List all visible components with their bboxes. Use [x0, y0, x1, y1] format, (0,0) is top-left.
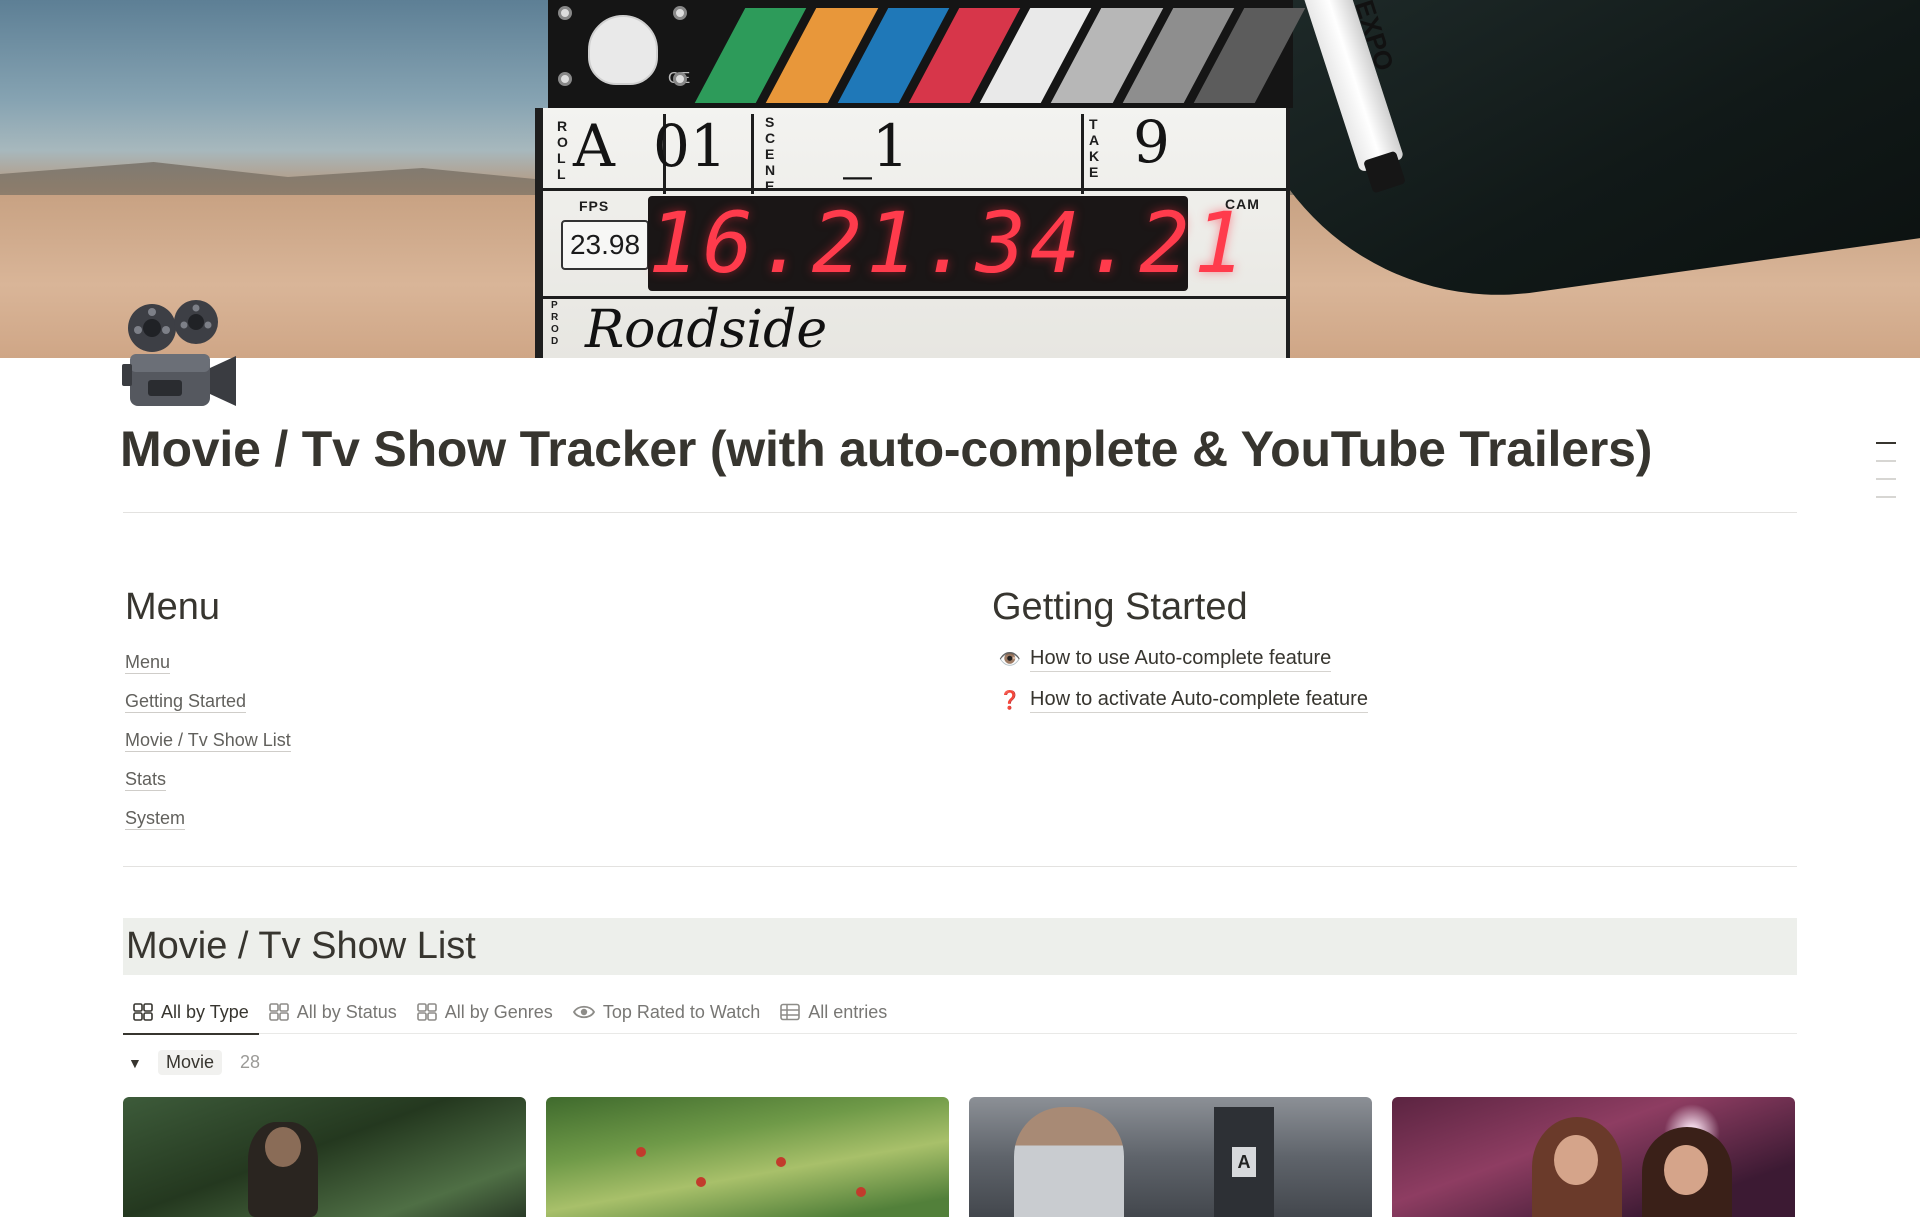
slate-label-fps: FPS: [579, 198, 610, 214]
outline-mark[interactable]: [1876, 478, 1896, 480]
slate-timecode: 16.21.34.21: [648, 194, 1249, 292]
clapper-sketch: [588, 15, 658, 85]
tab-label: All by Genres: [444, 1001, 553, 1022]
divider: [123, 512, 1797, 513]
slate-line: [543, 188, 1286, 191]
view-tabs: All by Type All by Status All by Genres …: [123, 990, 1797, 1035]
page-title[interactable]: Movie / Tv Show Tracker (with auto-compl…: [120, 420, 1652, 478]
menu-link-stats[interactable]: Stats: [125, 769, 167, 791]
page-outline[interactable]: [1876, 442, 1896, 514]
card-cover-figure: [265, 1127, 301, 1167]
slate-label-take: TAKE: [1089, 116, 1101, 180]
slate-take: 9: [1133, 108, 1170, 176]
getting-started-links: 👁️ How to use Auto-complete feature ❓ Ho…: [996, 646, 1368, 728]
menu-link-system[interactable]: System: [125, 808, 186, 830]
divider: [123, 866, 1797, 867]
slate-line: [543, 296, 1286, 299]
link-how-to-use[interactable]: 👁️ How to use Auto-complete feature: [996, 646, 1368, 672]
gallery-card[interactable]: [1392, 1097, 1795, 1217]
menu-links: Menu Getting Started Movie / Tv Show Lis…: [125, 652, 291, 847]
slate-scene: 01: [653, 112, 727, 180]
clapper-stripes: [694, 8, 1306, 103]
card-cover-detail: A: [1232, 1147, 1256, 1177]
menu-heading: Menu: [125, 586, 221, 628]
gallery-card[interactable]: [546, 1097, 949, 1217]
slate-production: Roadside: [585, 300, 828, 358]
card-cover-figure: [1532, 1117, 1622, 1217]
eye-icon: [572, 1004, 595, 1020]
collapse-toggle-icon[interactable]: ▼: [128, 1055, 150, 1071]
card-cover-figure: [1014, 1107, 1124, 1217]
list-heading: Movie / Tv Show List: [126, 925, 476, 967]
slate-line: [751, 114, 754, 194]
link-label[interactable]: How to activate Auto-complete feature: [1030, 687, 1368, 713]
tab-all-by-status[interactable]: All by Status: [259, 990, 407, 1034]
eye-icon: 👁️: [998, 648, 1022, 669]
gallery-cards: A: [123, 1097, 1795, 1217]
board-icon: [268, 1003, 289, 1021]
tab-all-entries[interactable]: All entries: [770, 990, 897, 1034]
card-cover-detail: [776, 1157, 786, 1167]
menu-link-getting-started[interactable]: Getting Started: [125, 691, 247, 713]
clapper-bolt: [558, 6, 572, 20]
outline-mark[interactable]: [1876, 442, 1896, 444]
card-cover-figure: [1642, 1127, 1732, 1217]
card-cover-detail: [856, 1187, 866, 1197]
group-header: ▼ Movie 28: [128, 1050, 260, 1075]
group-tag[interactable]: Movie: [158, 1050, 223, 1075]
question-mark-icon: ❓: [998, 689, 1022, 710]
outline-mark[interactable]: [1876, 460, 1896, 462]
clapper-bolt: [558, 72, 572, 86]
gallery-card[interactable]: A: [969, 1097, 1372, 1217]
card-cover-detail: [636, 1147, 646, 1157]
slate-label-scene: SCENE: [765, 114, 777, 194]
slate-line: [1081, 114, 1084, 194]
slate-shot: _1: [843, 112, 909, 180]
clapper-bolt: [673, 6, 687, 20]
slate-board: ROLL A 01 SCENE _1 TAKE 9 FPS 23.98 16.2…: [535, 108, 1290, 358]
menu-link-list[interactable]: Movie / Tv Show List: [125, 730, 291, 752]
cover-image: EXPO CE ROLL A 01 SCENE _1 TAKE 9 FPS 23…: [0, 0, 1920, 358]
board-icon: [133, 1003, 153, 1021]
slate-fps: 23.98: [561, 220, 649, 270]
link-label[interactable]: How to use Auto-complete feature: [1030, 646, 1332, 672]
group-count: 28: [240, 1052, 261, 1072]
tab-label: All by Status: [296, 1001, 397, 1022]
slate-label-roll: ROLL: [557, 118, 569, 182]
tab-label: All by Type: [161, 1001, 249, 1022]
table-icon: [780, 1003, 801, 1021]
menu-link-menu[interactable]: Menu: [125, 652, 171, 674]
list-heading-block: Movie / Tv Show List: [123, 918, 1797, 975]
tab-label: Top Rated to Watch: [602, 1001, 761, 1022]
outline-mark[interactable]: [1876, 496, 1896, 498]
slate-label-prod: PROD: [551, 300, 560, 347]
card-cover-detail: A: [1214, 1107, 1274, 1217]
tab-label: All entries: [808, 1001, 888, 1022]
tab-all-by-genres[interactable]: All by Genres: [407, 990, 563, 1034]
tab-top-rated[interactable]: Top Rated to Watch: [563, 990, 770, 1034]
clapper-bolt: [673, 72, 687, 86]
getting-started-heading: Getting Started: [992, 586, 1248, 628]
gallery-card[interactable]: [123, 1097, 526, 1217]
link-how-to-activate[interactable]: ❓ How to activate Auto-complete feature: [996, 687, 1368, 713]
slate-roll: A: [573, 112, 615, 180]
slate-label-cam: CAM: [1225, 196, 1260, 212]
tab-all-by-type[interactable]: All by Type: [123, 990, 259, 1035]
card-cover-detail: [696, 1177, 706, 1187]
movie-camera-icon[interactable]: [122, 298, 240, 414]
board-icon: [416, 1003, 437, 1021]
